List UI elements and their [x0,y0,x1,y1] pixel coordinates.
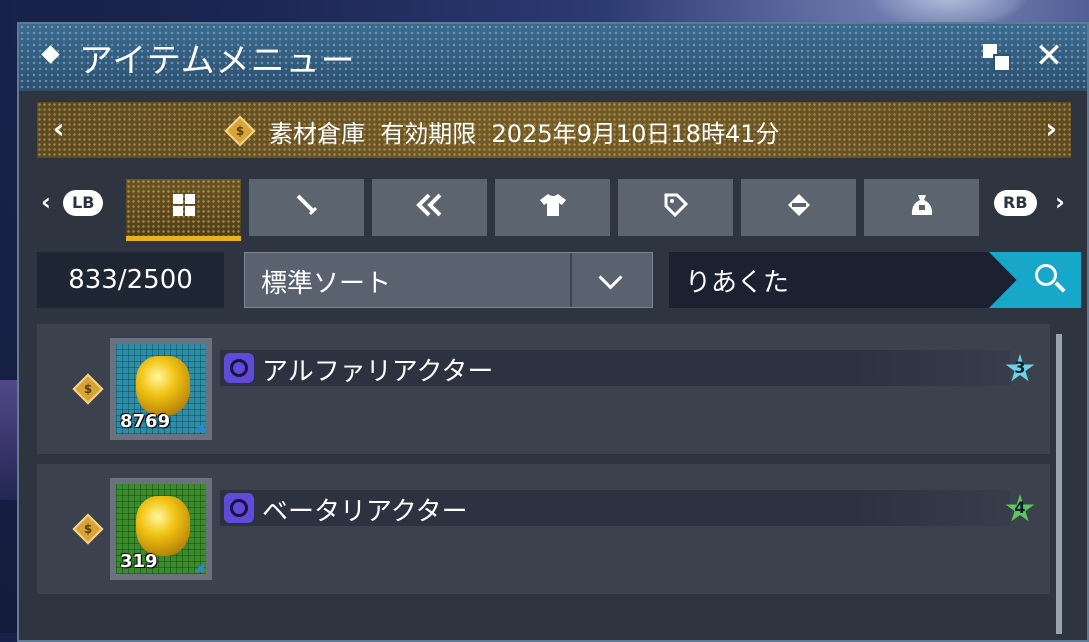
rarity-star-icon: 3 [1005,354,1035,384]
storage-prev-button[interactable]: ‹ [53,112,65,145]
category-icon [224,493,254,523]
item-name-bar: ベータリアクター [220,490,1010,527]
item-thumbnail: 8769 [110,338,212,440]
item-name: アルファリアクター [262,357,494,387]
tab-accessories[interactable] [618,179,733,236]
tab-outfits[interactable] [495,179,610,236]
tag-icon [618,192,733,225]
tab-next-icon: › [1055,188,1065,216]
storage-bar: ‹ $ 素材倉庫 有効期限 2025年9月10日18時41分 › [37,102,1071,158]
grid-icon [126,192,241,225]
ammo-icon [372,192,487,225]
item-thumbnail: 319 [110,478,212,580]
item-name-bar: アルファリアクター [220,350,1010,387]
sword-icon [249,192,364,225]
category-icon [224,353,254,383]
coin-icon: $ [72,373,104,405]
category-tabs: ‹ LB RB › [19,176,1089,241]
rb-button[interactable]: RB [994,190,1037,216]
list-scrollbar[interactable] [1056,334,1062,634]
inventory-count: 833/2500 [37,252,224,308]
close-button[interactable]: ✕ [1031,38,1067,74]
bag-icon [864,192,979,225]
item-list: $ 8769 アルファリアクター 3 $ 319 ベータリアクター 4 [37,324,1050,624]
resize-window-button[interactable] [983,44,1013,72]
tab-materials[interactable] [864,179,979,236]
tab-tools[interactable] [741,179,856,236]
item-name: ベータリアクター [262,497,468,527]
reactor-icon [136,496,190,556]
rarity-value: 3 [1014,358,1026,377]
lb-button[interactable]: LB [63,190,104,216]
close-icon: ✕ [1034,36,1064,76]
tab-prev-icon: ‹ [41,188,51,216]
item-quantity: 319 [120,551,158,572]
coin-icon: $ [72,513,104,545]
storage-next-button[interactable]: › [1045,112,1057,145]
title-bar: アイテムメニュー ✕ [19,24,1087,91]
item-menu-window: アイテムメニュー ✕ ‹ $ 素材倉庫 有効期限 2025年9月10日18時41… [17,22,1089,642]
tool-icon [741,192,856,225]
title-diamond-icon [41,45,60,64]
reactor-icon [136,356,190,416]
search-field[interactable]: りあくた [669,252,1081,308]
tab-all[interactable] [126,179,241,241]
coin-icon: $ [224,115,256,147]
shirt-icon [495,192,610,225]
chevron-down-icon [570,253,652,307]
search-icon [1035,264,1057,286]
sort-label: 標準ソート [261,269,392,299]
item-quantity: 8769 [120,411,171,432]
search-input[interactable]: りあくた [685,262,789,299]
list-item[interactable]: $ 8769 アルファリアクター 3 [37,324,1050,454]
sort-dropdown[interactable]: 標準ソート [244,252,653,308]
list-item[interactable]: $ 319 ベータリアクター 4 [37,464,1050,594]
storage-expiry-text: 素材倉庫 有効期限 2025年9月10日18時41分 [269,120,780,148]
tab-weapons[interactable] [249,179,364,236]
search-button[interactable] [989,252,1081,308]
rarity-value: 4 [1014,498,1026,517]
rarity-star-icon: 4 [1005,494,1035,524]
window-title: アイテムメニュー [79,41,356,81]
tab-ammo[interactable] [372,179,487,236]
